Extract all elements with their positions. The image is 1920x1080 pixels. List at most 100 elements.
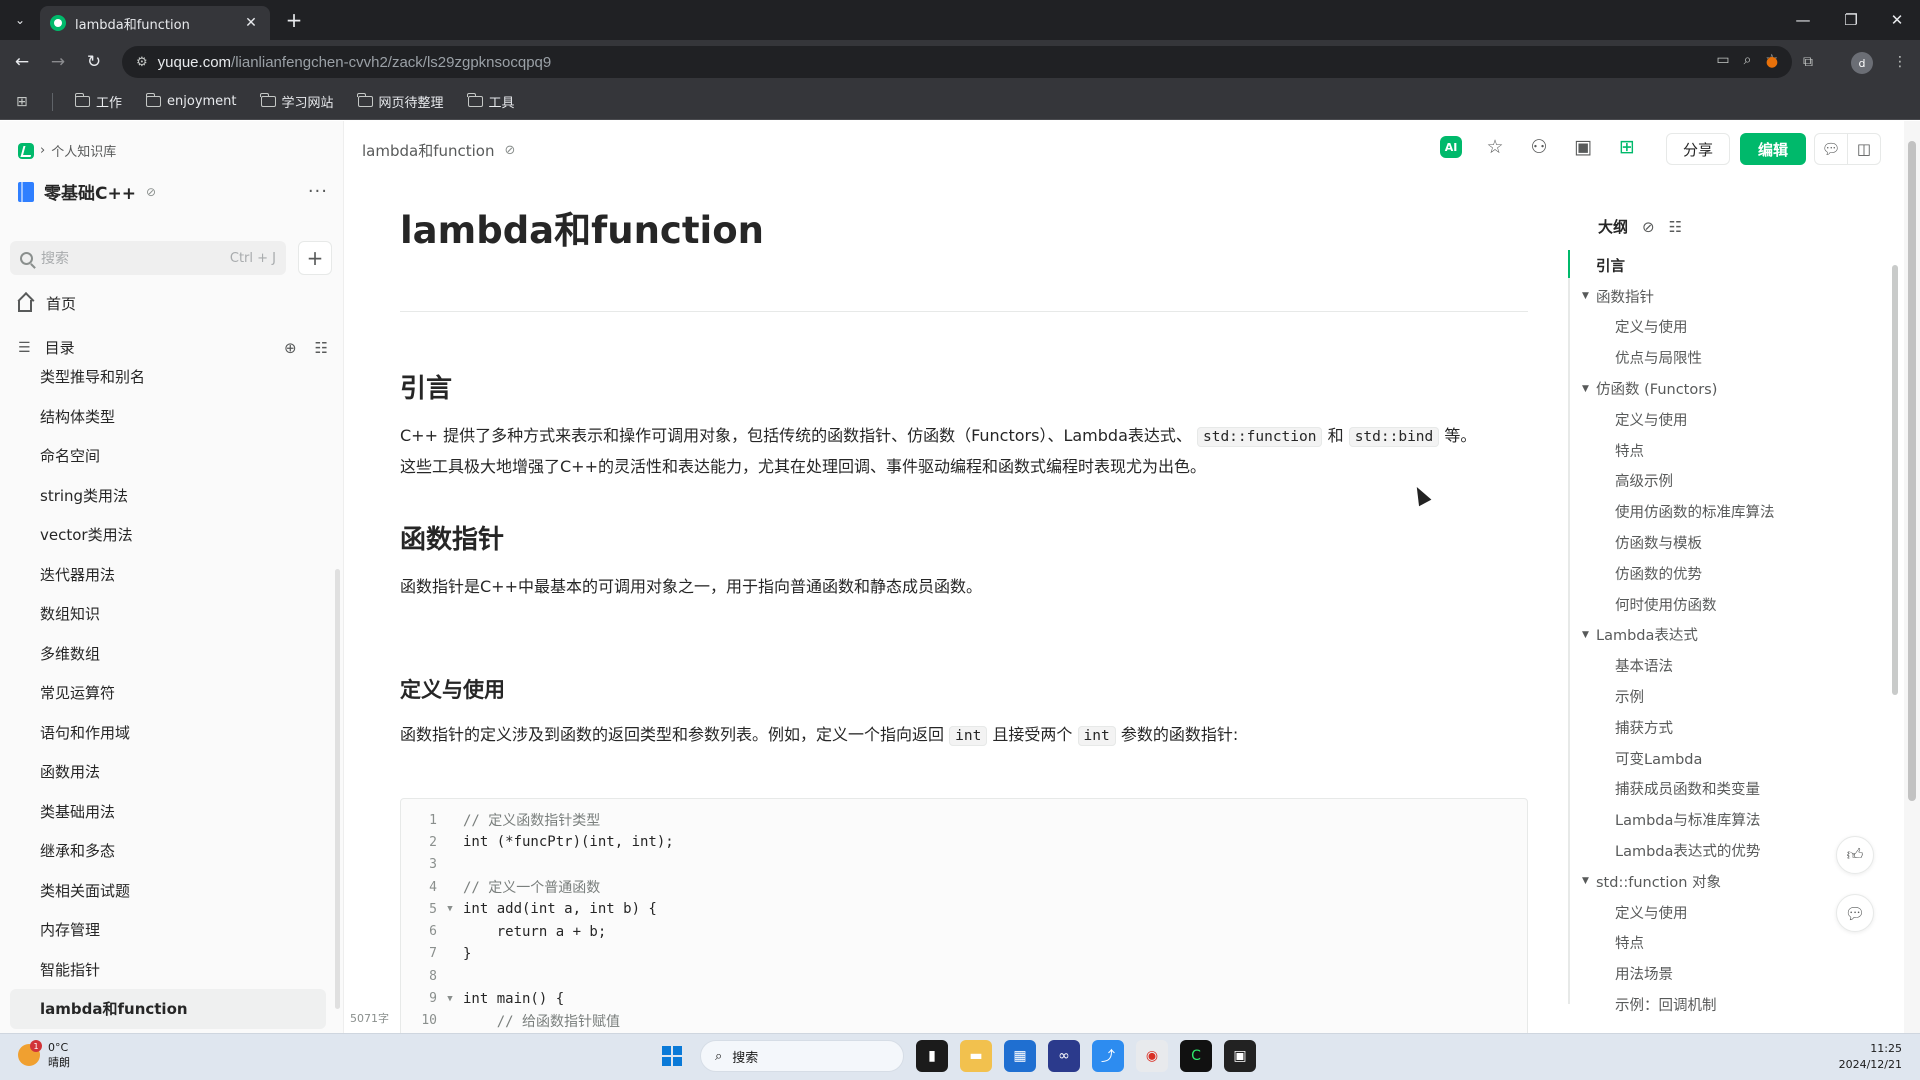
sidebar-item[interactable]: 类基础用法 (10, 792, 326, 832)
tab-search-dropdown-icon[interactable]: ⌄ (8, 8, 32, 32)
zoom-icon[interactable]: ⌕ (1744, 52, 1752, 68)
outline-item[interactable]: 可变Lambda (1580, 743, 1880, 774)
bookmark-folder-pending[interactable]: 网页待整理 (350, 92, 452, 111)
outline-item[interactable]: 基本语法 (1580, 650, 1880, 681)
outline-item[interactable]: 捕获方式 (1580, 712, 1880, 743)
comment-icon[interactable]: 💬︎ (1814, 133, 1848, 165)
outline-item[interactable]: ▼ std::function 对象 (1580, 866, 1880, 897)
sidebar-item[interactable]: 函数用法 (10, 752, 326, 792)
add-doc-button[interactable]: + (298, 241, 332, 275)
system-clock[interactable]: 11:25 2024/12/21 (1839, 1041, 1902, 1073)
collaborator-icon[interactable]: ⚇ (1528, 136, 1550, 158)
outline-item[interactable]: 优点与局限性 (1580, 342, 1880, 373)
store-icon[interactable]: ▦ (1004, 1040, 1036, 1072)
windows-start-icon[interactable] (656, 1040, 688, 1072)
browser-tab-active[interactable]: lambda和function ✕ (40, 6, 270, 40)
apps-grid-icon[interactable]: ⊞ (16, 94, 38, 110)
sidebar-item[interactable]: 类型推导和别名 (10, 357, 326, 397)
present-icon[interactable]: ▣ (1572, 136, 1594, 158)
outline-item[interactable]: 特点 (1580, 435, 1880, 466)
star-icon[interactable]: ☆ (1484, 136, 1506, 158)
outline-item[interactable]: 仿函数与模板 (1580, 527, 1880, 558)
collapse-triangle-icon[interactable]: ▼ (1582, 291, 1594, 301)
taskbar-search[interactable]: ⌕ 搜索 (700, 1040, 904, 1072)
sidebar-item[interactable]: vector类用法 (10, 515, 326, 555)
outline-item[interactable]: 高级示例 (1580, 466, 1880, 497)
fold-toggle-icon[interactable]: ▼ (437, 904, 463, 914)
locate-icon[interactable]: ⊕ (284, 339, 297, 357)
site-info-icon[interactable]: ⚙ (136, 55, 148, 70)
outline-item[interactable]: ▼ Lambda表达式 (1580, 620, 1880, 651)
forward-icon[interactable]: → (44, 48, 72, 76)
bookmark-folder-study[interactable]: 学习网站 (253, 92, 342, 111)
sidebar-item[interactable]: string类用法 (10, 476, 326, 516)
hide-outline-icon[interactable]: ⊘ (1642, 218, 1655, 236)
weather-widget[interactable]: 1 0°C 晴朗 (18, 1040, 70, 1070)
sidebar-item[interactable]: 命名空间 (10, 436, 326, 476)
outline-item[interactable]: 定义与使用 (1580, 312, 1880, 343)
outline-list-icon[interactable]: ☷ (1669, 218, 1682, 236)
window-close-icon[interactable]: ✕ (1874, 0, 1920, 40)
page-scroll-thumb[interactable] (1908, 141, 1916, 801)
outline-item[interactable]: ▼ 仿函数 (Functors) (1580, 373, 1880, 404)
bookmark-folder-enjoyment[interactable]: enjoyment (138, 93, 245, 109)
comment-float-icon[interactable]: 💬︎ (1836, 894, 1874, 932)
more-icon[interactable]: ··· (308, 181, 328, 202)
outline-item[interactable]: ▼ 函数指针 (1580, 281, 1880, 312)
restore-icon[interactable]: ❐ (1828, 0, 1874, 40)
outline-item[interactable]: 仿函数的优势 (1580, 558, 1880, 589)
outline-item[interactable]: 特点 (1580, 928, 1880, 959)
sidebar-item[interactable]: 数组知识 (10, 594, 326, 634)
file-explorer-icon[interactable]: ▬ (960, 1040, 992, 1072)
breadcrumb-knowledge-base[interactable]: 个人知识库 (51, 141, 116, 160)
profile-avatar[interactable]: d (1851, 52, 1873, 74)
extensions-puzzle-icon[interactable]: ⧉ (1798, 52, 1818, 72)
sidebar-item[interactable]: 迭代器用法 (10, 555, 326, 595)
clion-icon[interactable]: C (1180, 1040, 1212, 1072)
bookmark-folder-work[interactable]: 工作 (67, 92, 130, 111)
outline-item[interactable]: 何时使用仿函数 (1580, 589, 1880, 620)
browser-menu-icon[interactable]: ⋮ (1890, 52, 1910, 72)
reload-icon[interactable]: ↻ (80, 48, 108, 76)
list-view-icon[interactable]: ☷ (315, 339, 328, 357)
sidebar-item[interactable]: lambda和function (10, 989, 326, 1029)
code-block[interactable]: 1 // 定义函数指针类型 2 int (*funcPtr)(int, int); 3 4… (400, 798, 1528, 1038)
like-icon[interactable]: 👍︎ (1836, 836, 1874, 874)
fold-toggle-icon[interactable]: ▼ (437, 994, 463, 1004)
outline-item[interactable]: Lambda与标准库算法 (1580, 804, 1880, 835)
outline-item[interactable]: 使用仿函数的标准库算法 (1580, 496, 1880, 527)
extension-icon[interactable]: ● (1762, 52, 1782, 72)
outline-item[interactable]: 用法场景 (1580, 958, 1880, 989)
outline-item[interactable]: 捕获成员函数和类变量 (1580, 774, 1880, 805)
breadcrumb[interactable]: › 个人知识库 (18, 141, 116, 160)
outline-item[interactable]: 引言 (1580, 250, 1880, 281)
ai-assistant-icon[interactable]: AI (1440, 136, 1462, 158)
address-bar[interactable]: ⚙ yuque.com/lianlianfengchen-cvvh2/zack/… (122, 46, 1792, 78)
book-title[interactable]: 零基础C++ (44, 179, 136, 204)
collapse-triangle-icon[interactable]: ▼ (1582, 876, 1594, 886)
sidebar-item-home[interactable]: 首页 (18, 293, 76, 314)
visual-studio-icon[interactable]: ∞ (1048, 1040, 1080, 1072)
outline-item[interactable]: 定义与使用 (1580, 897, 1880, 928)
outline-item[interactable]: 定义与使用 (1580, 404, 1880, 435)
apps-icon[interactable]: ⊞ (1616, 136, 1638, 158)
page-scrollbar[interactable] (1904, 121, 1920, 1033)
remote-app-icon[interactable]: ⤴ (1092, 1040, 1124, 1072)
outline-item[interactable]: 示例：回调机制 (1580, 989, 1880, 1020)
search-input[interactable]: 搜索 Ctrl + J (10, 241, 286, 275)
outline-item[interactable]: 示例 (1580, 681, 1880, 712)
sidebar-item[interactable]: 常见运算符 (10, 673, 326, 713)
terminal-icon[interactable]: ▣ (1224, 1040, 1256, 1072)
sidebar-item[interactable]: 智能指针 (10, 950, 326, 990)
chrome-icon[interactable]: ◉ (1136, 1040, 1168, 1072)
panel-toggle-icon[interactable]: ◫ (1847, 133, 1881, 165)
outline-scroll-thumb[interactable] (1892, 265, 1898, 695)
share-button[interactable]: 分享 (1666, 133, 1730, 165)
sidebar-item[interactable]: 结构体类型 (10, 397, 326, 437)
outline-item[interactable]: Lambda表达式的优势 (1580, 835, 1880, 866)
collapse-triangle-icon[interactable]: ▼ (1582, 630, 1594, 640)
sidebar-item[interactable]: 继承和多态 (10, 831, 326, 871)
back-icon[interactable]: ← (8, 48, 36, 76)
sidebar-scrollbar[interactable] (335, 569, 340, 1009)
bookmark-folder-tools[interactable]: 工具 (460, 92, 523, 111)
